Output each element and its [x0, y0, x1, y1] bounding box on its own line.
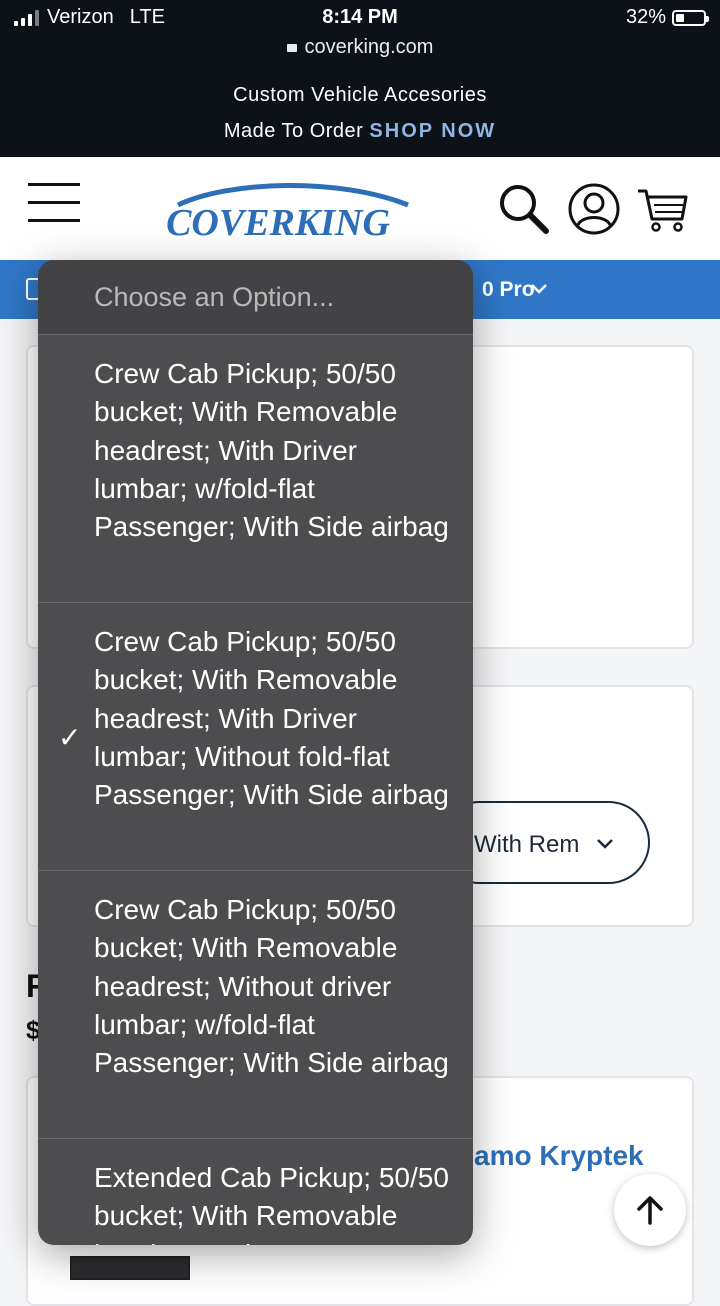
promo-line-2-text: Made To Order	[223, 120, 364, 142]
coverking-logo[interactable]: COVERKING	[138, 175, 418, 245]
picker-option-label: Extended Cab Pickup; 50/50 bucket; With …	[94, 1162, 449, 1245]
option-select-value: With Rem	[474, 831, 580, 858]
picker-option-label: Crew Cab Pickup; 50/50 bucket; With Remo…	[94, 626, 449, 811]
battery-status: 32%	[625, 6, 709, 29]
url-text: coverking.com	[304, 36, 434, 58]
promo-banner: Custom Vehicle Accesories Made To Order …	[0, 70, 720, 157]
picker-option-label: Crew Cab Pickup; 50/50 bucket; With Remo…	[94, 894, 449, 1079]
promo-line-2: Made To Order SHOP NOW	[0, 120, 720, 143]
product-title-link[interactable]: amo Kryptek	[474, 1140, 644, 1172]
picker-option-selected[interactable]: ✓ Crew Cab Pickup; 50/50 bucket; With Re…	[38, 603, 473, 871]
shop-now-link[interactable]: SHOP NOW	[369, 120, 496, 142]
picker-option[interactable]: Crew Cab Pickup; 50/50 bucket; With Remo…	[38, 871, 473, 1139]
chevron-down-icon	[531, 284, 547, 294]
option-picker-dropdown: Choose an Option... Crew Cab Pickup; 50/…	[38, 260, 473, 1245]
picker-option[interactable]: Crew Cab Pickup; 50/50 bucket; With Remo…	[38, 335, 473, 603]
status-bar: Verizon LTE 8:14 PM 32% coverking.com	[0, 0, 720, 70]
clock: 8:14 PM	[322, 6, 398, 28]
picker-placeholder-text: Choose an Option...	[94, 282, 335, 312]
arrow-up-icon	[637, 1196, 663, 1225]
battery-percent: 32%	[625, 6, 666, 28]
cart-icon[interactable]	[634, 181, 690, 237]
product-thumbnail[interactable]	[70, 1256, 190, 1280]
scroll-to-top-button[interactable]	[614, 1174, 686, 1246]
lock-icon	[286, 44, 297, 52]
picker-option[interactable]: Extended Cab Pickup; 50/50 bucket; With …	[38, 1139, 473, 1245]
search-icon[interactable]	[496, 181, 552, 237]
picker-placeholder[interactable]: Choose an Option...	[38, 260, 473, 335]
account-icon[interactable]	[566, 181, 622, 237]
logo-text: COVERKING	[166, 202, 390, 244]
checkmark-icon: ✓	[58, 721, 82, 753]
menu-icon[interactable]	[28, 183, 80, 223]
battery-icon	[672, 9, 709, 26]
promo-line-1: Custom Vehicle Accesories	[233, 84, 487, 106]
url-bar[interactable]: coverking.com	[0, 36, 720, 59]
picker-option-label: Crew Cab Pickup; 50/50 bucket; With Remo…	[94, 358, 449, 543]
vehicle-label: 0 Pro	[482, 278, 535, 301]
site-header: COVERKING	[0, 157, 720, 260]
chevron-down-icon	[597, 839, 613, 849]
